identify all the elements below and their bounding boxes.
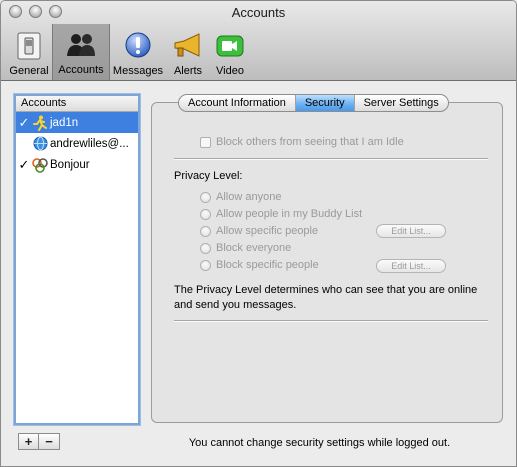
toolbar-alerts-label: Alerts — [173, 65, 203, 77]
block-idle-label: Block others from seeing that I am Idle — [216, 136, 404, 148]
toolbar-accounts-label: Accounts — [58, 64, 104, 76]
radio-allow-anyone[interactable]: Allow anyone — [200, 191, 281, 203]
accounts-list[interactable]: Accounts ✓ jad1n andrewliles@... ✓ Bonjo… — [14, 94, 140, 425]
toolbar-video-label: Video — [216, 65, 244, 77]
radio-button[interactable] — [200, 208, 211, 220]
enabled-checkmark-icon[interactable]: ✓ — [16, 115, 32, 131]
privacy-level-label: Privacy Level: — [174, 170, 243, 182]
preferences-window: Accounts General Accounts Messages Alert… — [0, 0, 517, 467]
separator — [174, 158, 488, 159]
tab-server-settings[interactable]: Server Settings — [355, 95, 448, 111]
radio-block-specific[interactable]: Block specific people — [200, 259, 319, 271]
toolbar-general-label: General — [9, 65, 49, 77]
radio-label: Allow specific people — [216, 225, 319, 237]
status-message: You cannot change security settings whil… — [188, 437, 451, 449]
messages-bubble-icon — [122, 30, 154, 62]
toolbar-messages[interactable]: Messages — [110, 25, 166, 77]
account-name: Bonjour — [50, 158, 90, 171]
tab-account-information[interactable]: Account Information — [179, 95, 296, 111]
account-row-mac[interactable]: andrewliles@... — [16, 133, 138, 154]
mac-globe-icon — [32, 136, 48, 152]
radio-label: Block specific people — [216, 259, 319, 271]
account-tabs: Account Information Security Server Sett… — [178, 94, 449, 112]
window-title: Accounts — [231, 5, 286, 20]
toolbar-video[interactable]: Video — [210, 25, 250, 77]
enabled-checkmark-icon[interactable]: ✓ — [16, 157, 32, 173]
toolbar-accounts[interactable]: Accounts — [52, 24, 110, 80]
toolbar-alerts[interactable]: Alerts — [166, 25, 210, 77]
account-row-jad1n[interactable]: ✓ jad1n — [16, 112, 138, 133]
title-toolbar: Accounts General Accounts Messages Alert… — [1, 1, 516, 81]
radio-button[interactable] — [200, 225, 211, 237]
toolbar-general[interactable]: General — [6, 25, 52, 77]
account-name: jad1n — [50, 116, 79, 129]
video-camera-icon — [214, 30, 246, 62]
block-edit-list-button[interactable]: Edit List... — [376, 259, 446, 273]
radio-block-everyone[interactable]: Block everyone — [200, 242, 291, 254]
preferences-toolbar: General Accounts Messages Alerts Video — [6, 24, 250, 80]
separator — [174, 320, 488, 321]
radio-label: Allow people in my Buddy List — [216, 208, 363, 220]
radio-button[interactable] — [200, 191, 211, 203]
aim-running-man-icon — [32, 115, 48, 131]
toolbar-messages-label: Messages — [112, 65, 164, 77]
radio-allow-buddy-list[interactable]: Allow people in my Buddy List — [200, 208, 362, 220]
radio-button[interactable] — [200, 242, 211, 254]
accounts-list-header: Accounts — [16, 96, 138, 112]
tab-security[interactable]: Security — [295, 95, 355, 111]
account-row-bonjour[interactable]: ✓ Bonjour — [16, 154, 138, 175]
radio-label: Block everyone — [216, 242, 292, 254]
allow-edit-list-button[interactable]: Edit List... — [376, 224, 446, 238]
account-name: andrewliles@... — [50, 137, 129, 150]
radio-label: Allow anyone — [216, 191, 282, 203]
accounts-people-icon — [65, 29, 97, 61]
checkbox-box[interactable] — [200, 136, 211, 148]
alerts-megaphone-icon — [172, 30, 204, 62]
radio-button[interactable] — [200, 259, 211, 271]
bonjour-icon — [32, 157, 48, 173]
radio-allow-specific[interactable]: Allow specific people — [200, 225, 318, 237]
privacy-description: The Privacy Level determines who can see… — [174, 284, 478, 311]
block-idle-checkbox[interactable]: Block others from seeing that I am Idle — [200, 136, 404, 148]
general-switch-icon — [13, 30, 45, 62]
